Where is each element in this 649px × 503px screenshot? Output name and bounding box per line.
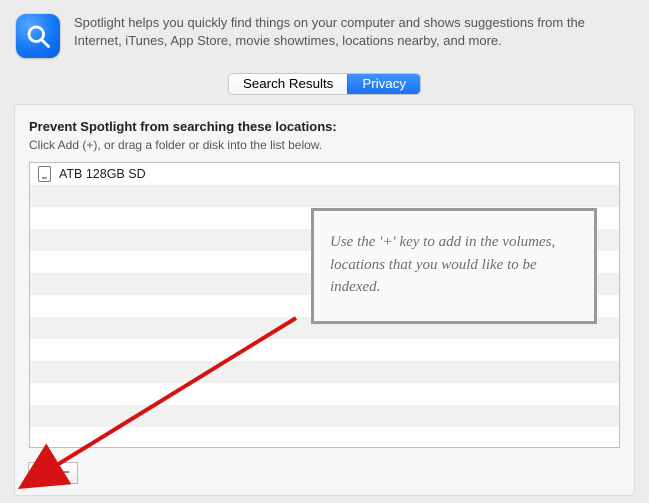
disk-icon [38,166,51,182]
remove-button[interactable]: − [53,463,77,483]
add-button[interactable]: + [29,463,53,483]
list-item[interactable]: ATB 128GB SD [30,163,619,185]
panel-heading: Prevent Spotlight from searching these l… [29,119,620,134]
tab-group: Search Results Privacy [229,74,420,94]
spotlight-description: Spotlight helps you quickly find things … [74,14,633,49]
list-item-label: ATB 128GB SD [59,167,146,181]
spotlight-icon [16,14,60,58]
annotation-callout: Use the '+' key to add in the volumes, l… [311,208,597,324]
tab-privacy[interactable]: Privacy [347,74,420,94]
add-remove-group: + − [29,463,77,483]
panel-hint: Click Add (+), or drag a folder or disk … [29,138,620,152]
tab-search-results[interactable]: Search Results [229,74,347,94]
